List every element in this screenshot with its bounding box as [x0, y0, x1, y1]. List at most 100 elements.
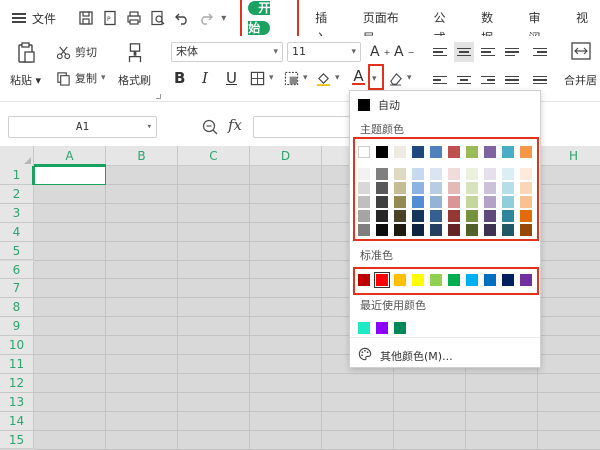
save-icon[interactable]	[77, 9, 95, 27]
theme-color-swatch[interactable]	[484, 146, 496, 158]
theme-shade-swatch[interactable]	[430, 196, 442, 208]
theme-shade-swatch[interactable]	[520, 224, 532, 236]
theme-shade-swatch[interactable]	[502, 196, 514, 208]
theme-shade-swatch[interactable]	[358, 182, 370, 194]
export-pdf-icon[interactable]: P	[101, 9, 119, 27]
theme-color-swatch[interactable]	[466, 146, 478, 158]
standard-color-swatch[interactable]	[448, 274, 460, 286]
theme-color-swatch[interactable]	[412, 146, 424, 158]
standard-color-swatch[interactable]	[412, 274, 424, 286]
borders-icon[interactable]: ▾	[250, 68, 274, 88]
theme-shade-swatch[interactable]	[466, 224, 478, 236]
theme-shade-swatch[interactable]	[394, 196, 406, 208]
standard-color-swatch[interactable]	[502, 274, 514, 286]
bold-icon[interactable]: B	[174, 68, 185, 88]
theme-shade-swatch[interactable]	[520, 168, 532, 180]
standard-color-swatch[interactable]	[374, 272, 390, 288]
align-bottom-icon[interactable]	[478, 42, 498, 62]
row-header[interactable]: 1	[0, 166, 34, 185]
theme-shade-swatch[interactable]	[376, 182, 388, 194]
row-header[interactable]: 5	[0, 241, 34, 261]
format-painter-button[interactable]: 格式刷	[118, 40, 151, 88]
font-color-dropdown-icon[interactable]: ▾	[372, 69, 377, 89]
row-header[interactable]: 14	[0, 411, 34, 431]
theme-shade-swatch[interactable]	[484, 182, 496, 194]
align-top-icon[interactable]	[430, 42, 450, 62]
theme-color-swatch[interactable]	[448, 146, 460, 158]
standard-color-swatch[interactable]	[358, 274, 370, 286]
theme-shade-swatch[interactable]	[484, 224, 496, 236]
theme-shade-swatch[interactable]	[412, 168, 424, 180]
theme-shade-swatch[interactable]	[376, 196, 388, 208]
column-header[interactable]: B	[106, 146, 178, 166]
theme-shade-swatch[interactable]	[358, 168, 370, 180]
paste-button[interactable]: 粘贴 ▾	[10, 40, 41, 88]
theme-shade-swatch[interactable]	[448, 196, 460, 208]
tab-page-layout[interactable]: 页面布局	[351, 8, 422, 45]
theme-shade-swatch[interactable]	[502, 224, 514, 236]
theme-shade-swatch[interactable]	[484, 168, 496, 180]
theme-shade-swatch[interactable]	[430, 182, 442, 194]
standard-color-swatch[interactable]	[430, 274, 442, 286]
theme-shade-swatch[interactable]	[376, 224, 388, 236]
theme-shade-swatch[interactable]	[520, 182, 532, 194]
align-left-icon[interactable]	[430, 70, 450, 90]
undo-icon[interactable]	[173, 9, 191, 27]
tab-formulas[interactable]: 公式	[422, 8, 469, 45]
row-header[interactable]: 7	[0, 279, 34, 299]
column-header[interactable]: D	[250, 146, 322, 166]
theme-shade-swatch[interactable]	[358, 196, 370, 208]
theme-shade-swatch[interactable]	[484, 196, 496, 208]
theme-shade-swatch[interactable]	[412, 182, 424, 194]
theme-shade-swatch[interactable]	[466, 210, 478, 222]
italic-icon[interactable]: I	[202, 68, 208, 88]
name-box[interactable]: A1 ▾	[8, 116, 157, 138]
theme-shade-swatch[interactable]	[412, 210, 424, 222]
cut-button[interactable]: 剪切	[56, 42, 97, 62]
theme-shade-swatch[interactable]	[412, 224, 424, 236]
increase-font-icon[interactable]: A +	[370, 42, 390, 62]
align-justify-top-icon[interactable]	[502, 42, 522, 62]
font-size-select[interactable]: 11 ▾	[287, 42, 361, 62]
theme-shade-swatch[interactable]	[502, 210, 514, 222]
column-header[interactable]: A	[34, 146, 106, 166]
row-header[interactable]: 10	[0, 336, 34, 355]
theme-shade-swatch[interactable]	[448, 224, 460, 236]
theme-color-swatch[interactable]	[520, 146, 532, 158]
theme-shade-swatch[interactable]	[394, 210, 406, 222]
align-middle-icon[interactable]	[454, 42, 474, 62]
theme-shade-swatch[interactable]	[358, 210, 370, 222]
font-color-button[interactable]: A	[352, 67, 365, 87]
theme-shade-swatch[interactable]	[484, 210, 496, 222]
merge-icon[interactable]	[562, 40, 600, 66]
theme-shade-swatch[interactable]	[430, 168, 442, 180]
tab-view[interactable]: 视	[564, 8, 600, 28]
clipboard-group-launcher[interactable]	[156, 94, 161, 99]
copy-dropdown-icon[interactable]: ▾	[101, 73, 106, 83]
font-name-select[interactable]: 宋体 ▾	[171, 42, 283, 62]
theme-shade-swatch[interactable]	[394, 224, 406, 236]
print-preview-icon[interactable]	[149, 9, 167, 27]
row-header[interactable]: 2	[0, 184, 34, 204]
zoom-search-icon[interactable]	[201, 118, 219, 136]
quick-access-dropdown-icon[interactable]: ▾	[221, 13, 226, 24]
theme-shade-swatch[interactable]	[502, 182, 514, 194]
theme-color-swatch[interactable]	[358, 146, 370, 158]
cell-style-icon[interactable]: ▾	[284, 68, 308, 88]
theme-shade-swatch[interactable]	[448, 168, 460, 180]
distributed-icon[interactable]	[530, 70, 550, 90]
theme-shade-swatch[interactable]	[430, 210, 442, 222]
tab-data[interactable]: 数据	[469, 8, 516, 45]
align-right-icon[interactable]	[478, 70, 498, 90]
tab-review[interactable]: 审阅	[517, 8, 564, 45]
theme-shade-swatch[interactable]	[376, 210, 388, 222]
theme-color-swatch[interactable]	[376, 146, 388, 158]
formula-input[interactable]	[253, 116, 353, 138]
active-cell-a1[interactable]	[34, 166, 106, 185]
row-header[interactable]: 6	[0, 260, 34, 280]
theme-color-swatch[interactable]	[394, 146, 406, 158]
standard-color-swatch[interactable]	[484, 274, 496, 286]
theme-shade-swatch[interactable]	[502, 168, 514, 180]
row-header[interactable]: 4	[0, 222, 34, 242]
theme-shade-swatch[interactable]	[520, 210, 532, 222]
